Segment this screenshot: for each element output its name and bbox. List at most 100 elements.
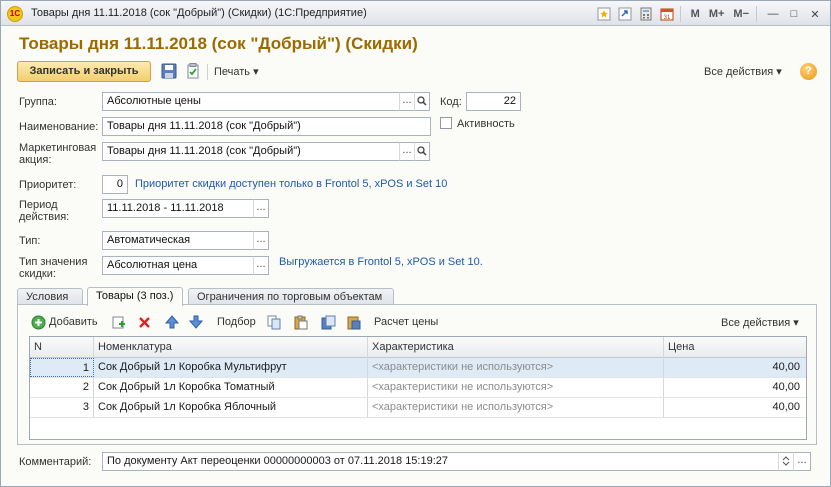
value-type-hint: Выгружается в Frontol 5, xPOS и Set 10. <box>279 256 483 268</box>
copy-to-clipboard-icon[interactable] <box>320 314 336 330</box>
value-type-select-button[interactable]: ... <box>253 256 269 275</box>
calendar-icon[interactable]: 31 <box>658 5 676 23</box>
column-header-price[interactable]: Цена <box>664 337 806 358</box>
period-select-button[interactable]: ... <box>253 199 269 218</box>
move-up-icon[interactable] <box>164 314 180 330</box>
type-select-button[interactable]: ... <box>253 231 269 250</box>
separator <box>207 64 208 80</box>
cell-n[interactable]: 2 <box>30 378 94 397</box>
cell-price[interactable]: 40,00 <box>664 358 804 377</box>
tab-store-restrictions[interactable]: Ограничения по торговым объектам <box>188 288 394 305</box>
select-button[interactable]: Подбор <box>217 316 256 328</box>
value-type-label-line2: скидки: <box>19 268 56 280</box>
delete-icon[interactable] <box>136 314 152 330</box>
cell-characteristic[interactable]: <характеристики не используются> <box>368 378 664 397</box>
price-calc-button[interactable]: Расчет цены <box>374 316 438 328</box>
title-bar: 1С Товары дня 11.11.2018 (сок "Добрый") … <box>1 1 830 26</box>
value-type-label: Тип значения скидки: <box>19 256 87 280</box>
cell-item[interactable]: Сок Добрый 1л Коробка Яблочный <box>94 398 368 417</box>
cell-price[interactable]: 40,00 <box>664 378 804 397</box>
table-row[interactable]: 1 Сок Добрый 1л Коробка Мультифрут <хара… <box>30 358 806 378</box>
comment-label: Комментарий: <box>19 456 92 468</box>
minimize-button[interactable]: — <box>764 5 782 23</box>
app-window: 1С Товары дня 11.11.2018 (сок "Добрый") … <box>0 0 831 487</box>
cell-item[interactable]: Сок Добрый 1л Коробка Томатный <box>94 378 368 397</box>
priority-hint: Приоритет скидки доступен только в Front… <box>135 178 448 190</box>
promo-label-line2: акция: <box>19 154 52 166</box>
cell-n[interactable]: 3 <box>30 398 94 417</box>
promo-select-button[interactable]: ... <box>399 142 415 161</box>
active-checkbox[interactable] <box>440 117 452 129</box>
copy-icon[interactable] <box>266 314 282 330</box>
1c-logo-icon[interactable]: 1С <box>7 6 23 22</box>
value-type-field[interactable]: Абсолютная цена <box>102 256 255 275</box>
memory-plus-button[interactable]: M+ <box>706 5 728 23</box>
all-actions-menu[interactable]: Все действия ▾ <box>704 65 782 78</box>
name-label: Наименование: <box>19 121 99 133</box>
help-icon[interactable]: ? <box>800 63 817 80</box>
save-icon[interactable] <box>161 63 178 80</box>
code-label: Код: <box>440 96 462 108</box>
svg-text:31: 31 <box>663 15 670 21</box>
separator <box>756 6 757 22</box>
move-down-icon[interactable] <box>188 314 204 330</box>
cell-n[interactable]: 1 <box>30 358 94 377</box>
memory-m-button[interactable]: M <box>688 5 703 23</box>
comment-scroll-button[interactable] <box>778 452 794 471</box>
calculator-icon[interactable] <box>637 5 655 23</box>
priority-label: Приоритет: <box>19 179 77 191</box>
tab-goods[interactable]: Товары (3 поз.) <box>87 287 183 306</box>
active-label: Активность <box>457 118 515 130</box>
table-row[interactable]: 3 Сок Добрый 1л Коробка Яблочный <характ… <box>30 398 806 418</box>
favorite-star-icon[interactable] <box>595 5 613 23</box>
table-row[interactable]: 2 Сок Добрый 1л Коробка Томатный <характ… <box>30 378 806 398</box>
period-field[interactable]: 11.11.2018 - 11.11.2018 <box>102 199 255 218</box>
cell-price[interactable]: 40,00 <box>664 398 804 417</box>
maximize-button[interactable]: □ <box>785 5 803 23</box>
group-open-icon[interactable] <box>414 92 430 111</box>
copy-row-icon[interactable] <box>110 314 126 330</box>
promo-open-icon[interactable] <box>414 142 430 161</box>
paste-from-clipboard-icon[interactable] <box>345 314 361 330</box>
save-and-close-button[interactable]: Записать и закрыть <box>17 61 151 82</box>
cell-item[interactable]: Сок Добрый 1л Коробка Мультифрут <box>94 358 368 377</box>
promo-label: Маркетинговая акция: <box>19 142 96 166</box>
group-label: Группа: <box>19 96 57 108</box>
goods-table[interactable]: N Номенклатура Характеристика Цена 1 Сок… <box>29 336 807 440</box>
window-title: Товары дня 11.11.2018 (сок "Добрый") (Ск… <box>31 7 367 19</box>
promo-field[interactable]: Товары дня 11.11.2018 (сок "Добрый") <box>102 142 401 161</box>
post-document-icon[interactable] <box>185 63 202 80</box>
add-icon[interactable] <box>30 314 46 330</box>
value-type-label-line1: Тип значения <box>19 256 88 268</box>
print-menu[interactable]: Печать ▾ <box>214 65 259 78</box>
link-icon[interactable] <box>616 5 634 23</box>
cell-characteristic[interactable]: <характеристики не используются> <box>368 358 664 377</box>
group-field[interactable]: Абсолютные цены <box>102 92 401 111</box>
tab-conditions[interactable]: Условия <box>17 288 83 305</box>
comment-field[interactable]: По документу Акт переоценки 00000000003 … <box>102 452 780 471</box>
table-header: N Номенклатура Характеристика Цена <box>30 337 806 358</box>
page-title: Товары дня 11.11.2018 (сок "Добрый") (Ск… <box>19 34 418 53</box>
column-header-n[interactable]: N <box>30 337 94 358</box>
type-field[interactable]: Автоматическая <box>102 231 255 250</box>
group-select-button[interactable]: ... <box>399 92 415 111</box>
promo-label-line1: Маркетинговая <box>19 142 97 154</box>
title-bar-tools: 31 M M+ M− — □ ✕ <box>592 4 824 24</box>
name-field[interactable]: Товары дня 11.11.2018 (сок "Добрый") <box>102 117 431 136</box>
priority-field[interactable]: 0 <box>102 175 128 194</box>
column-header-characteristic[interactable]: Характеристика <box>368 337 664 358</box>
add-button[interactable]: Добавить <box>49 316 98 328</box>
cell-characteristic[interactable]: <характеристики не используются> <box>368 398 664 417</box>
close-button[interactable]: ✕ <box>806 5 824 23</box>
table-all-actions-menu[interactable]: Все действия ▾ <box>721 316 799 329</box>
comment-open-button[interactable]: ... <box>793 452 811 471</box>
period-label: Период действия: <box>19 199 69 223</box>
period-label-line1: Период <box>19 199 58 211</box>
code-field[interactable]: 22 <box>466 92 521 111</box>
separator <box>679 6 681 22</box>
paste-icon[interactable] <box>292 314 308 330</box>
tab-panel-goods: Добавить Подбор Расчет цены Все действия… <box>17 304 817 445</box>
memory-minus-button[interactable]: M− <box>730 5 752 23</box>
command-bar: Записать и закрыть Печать ▾ Все действия… <box>17 61 817 83</box>
column-header-item[interactable]: Номенклатура <box>94 337 368 358</box>
